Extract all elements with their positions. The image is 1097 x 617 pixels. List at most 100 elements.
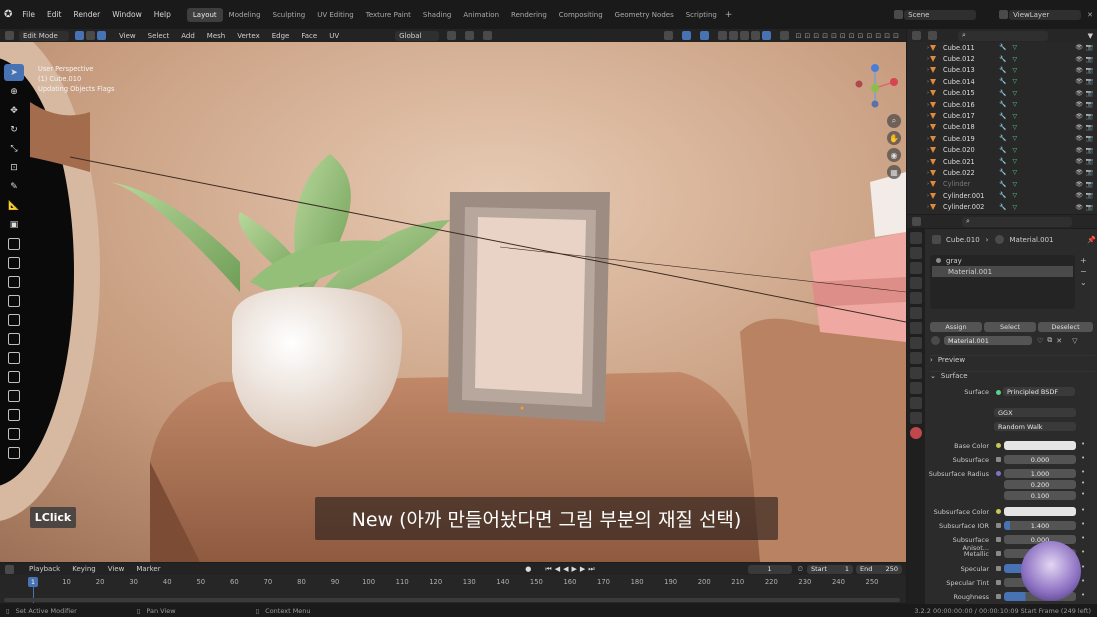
subsurface-method-select[interactable]: Random Walk [994,422,1076,431]
remove-slot-icon[interactable]: − [1080,266,1087,277]
world-tab-icon[interactable] [910,307,922,319]
modifier-icon[interactable]: 🔧 [999,124,1006,131]
expand-arrow-icon[interactable]: › [927,90,929,96]
render-camera-icon[interactable]: 📷 [1086,135,1093,142]
outliner-row[interactable]: › Cylinder 🔧 ▽ 👁 📷 [907,179,1097,190]
viewport-menu-add[interactable]: Add [175,32,201,40]
snap-icon[interactable] [465,31,475,40]
fake-user-icon[interactable]: ♡ [1037,337,1043,345]
material-tab-icon[interactable] [910,427,922,439]
menu-help[interactable]: Help [148,10,177,19]
add-cube-tool[interactable]: ▣ [4,216,24,233]
eye-icon[interactable]: 👁 [1075,135,1083,142]
outliner-row[interactable]: › Cube.018 🔧 ▽ 👁 📷 [907,122,1097,133]
modifier-icon[interactable]: 🔧 [999,169,1006,176]
shader-value-field[interactable] [1004,441,1076,450]
expand-arrow-icon[interactable]: › [927,147,929,153]
mesh-data-icon[interactable]: ▽ [1012,181,1017,188]
preview-panel[interactable]: › Preview [930,355,1095,364]
scene-tab-icon[interactable] [910,292,922,304]
timeline-menu-marker[interactable]: Marker [130,565,166,573]
particles-tab-icon[interactable] [910,367,922,379]
render-camera-icon[interactable]: 📷 [1086,147,1093,154]
keyframe-dot-icon[interactable]: • [1081,534,1085,542]
mesh-data-icon[interactable]: ▽ [1012,158,1017,165]
shader-value-field[interactable]: 0.100 [1004,491,1076,500]
camera-view-icon[interactable]: ◉ [887,148,901,162]
expand-arrow-icon[interactable]: › [927,45,929,51]
keyframe-dot-icon[interactable]: • [1081,520,1085,528]
measure-tool[interactable]: 📐 [4,197,24,214]
render-camera-icon[interactable]: 📷 [1086,56,1093,63]
smooth-tool[interactable] [4,368,24,385]
shader-value-field[interactable]: 1.000 [1004,469,1076,478]
end-frame-field[interactable]: End 250 [856,564,902,574]
mesh-data-icon[interactable]: ▽ [1012,56,1017,63]
modifier-icon[interactable]: 🔧 [999,192,1006,199]
shading-material-icon[interactable] [750,31,760,40]
close-view-layer-icon[interactable]: ✕ [1087,11,1093,19]
zoom-view-icon[interactable]: ⌕ [887,114,901,128]
editor-type-icon[interactable] [5,31,14,40]
annotate-tool[interactable]: ✎ [4,178,24,195]
render-camera-icon[interactable]: 📷 [1086,90,1093,97]
preview-range-icon[interactable]: ⏲ [798,565,803,574]
mesh-data-icon[interactable]: ▽ [1012,113,1017,120]
workspace-tab[interactable]: Compositing [553,8,609,22]
move-tool[interactable]: ✥ [4,102,24,119]
pivot-icon[interactable] [447,31,457,40]
render-camera-icon[interactable]: 📷 [1086,101,1093,108]
playback-controls-icon[interactable]: ⏮◀◀▶▶⏭ [545,565,597,574]
eye-icon[interactable]: 👁 [1075,158,1083,165]
bevel-tool[interactable] [4,273,24,290]
keyframe-dot-icon[interactable]: • [1081,591,1085,599]
keyframe-dot-icon[interactable]: • [1081,479,1085,487]
socket-icon[interactable] [996,566,1001,571]
eye-icon[interactable]: 👁 [1075,113,1083,120]
modifier-icon[interactable]: 🔧 [999,113,1006,120]
pan-view-icon[interactable]: ✋ [887,131,901,145]
viewport-menu-view[interactable]: View [113,32,142,40]
keyframe-dot-icon[interactable]: • [1081,454,1085,462]
modifier-icon[interactable]: 🔧 [999,147,1006,154]
surface-shader-field[interactable]: Principled BSDF [1003,387,1075,396]
mesh-data-icon[interactable]: ▽ [1012,192,1017,199]
socket-icon[interactable] [996,471,1001,476]
deselect-button[interactable]: Deselect [1038,322,1093,332]
scene-selector[interactable]: Scene [904,9,977,20]
keyframe-dot-icon[interactable]: • [1081,490,1085,498]
workspace-tab[interactable]: Texture Paint [360,8,417,22]
blender-logo-icon[interactable]: ✪ [4,9,12,20]
rip-tool[interactable] [4,444,24,461]
timeline-ruler[interactable]: 1 10 20 30 40 50 60 70 80 90 100 110 120 130 140 150 160… [0,575,906,603]
eye-icon[interactable]: 👁 [1075,67,1083,74]
viewport-menu-uv[interactable]: UV [323,32,345,40]
workspace-tab[interactable]: Scripting [680,8,723,22]
viewport-menu-face[interactable]: Face [295,32,323,40]
outliner-row[interactable]: › Cylinder.001 🔧 ▽ 👁 📷 [907,190,1097,201]
workspace-tab[interactable]: Animation [457,8,505,22]
node-link-icon[interactable]: ▽ [1072,337,1077,345]
outliner-row[interactable]: › Cube.011 🔧 ▽ 👁 📷 [907,42,1097,53]
render-camera-icon[interactable]: 📷 [1086,113,1093,120]
workspace-tab[interactable]: Layout [186,7,223,22]
workspace-tab[interactable]: Shading [417,8,457,22]
add-slot-icon[interactable]: + [1080,255,1087,266]
timeline-editor-icon[interactable] [5,564,14,574]
eye-icon[interactable]: 👁 [1075,147,1083,154]
modifier-icon[interactable]: 🔧 [999,158,1006,165]
rotate-tool[interactable]: ↻ [4,121,24,138]
outliner-row[interactable]: › Cube.022 🔧 ▽ 👁 📷 [907,167,1097,178]
render-camera-icon[interactable]: 📷 [1086,67,1093,74]
current-frame-field[interactable]: 1 [747,564,792,574]
socket-icon[interactable] [996,443,1001,448]
distribution-select[interactable]: GGX [994,408,1076,417]
unlink-material-icon[interactable]: ✕ [1056,337,1062,345]
mesh-data-icon[interactable]: ▽ [1012,67,1017,74]
expand-arrow-icon[interactable]: › [927,181,929,187]
surface-panel[interactable]: ⌄ Surface [930,371,1095,380]
timeline-menu-view[interactable]: View [102,565,131,573]
modifier-icon[interactable]: 🔧 [999,135,1006,142]
modifier-icon[interactable]: 🔧 [999,90,1006,97]
render-camera-icon[interactable]: 📷 [1086,192,1093,199]
